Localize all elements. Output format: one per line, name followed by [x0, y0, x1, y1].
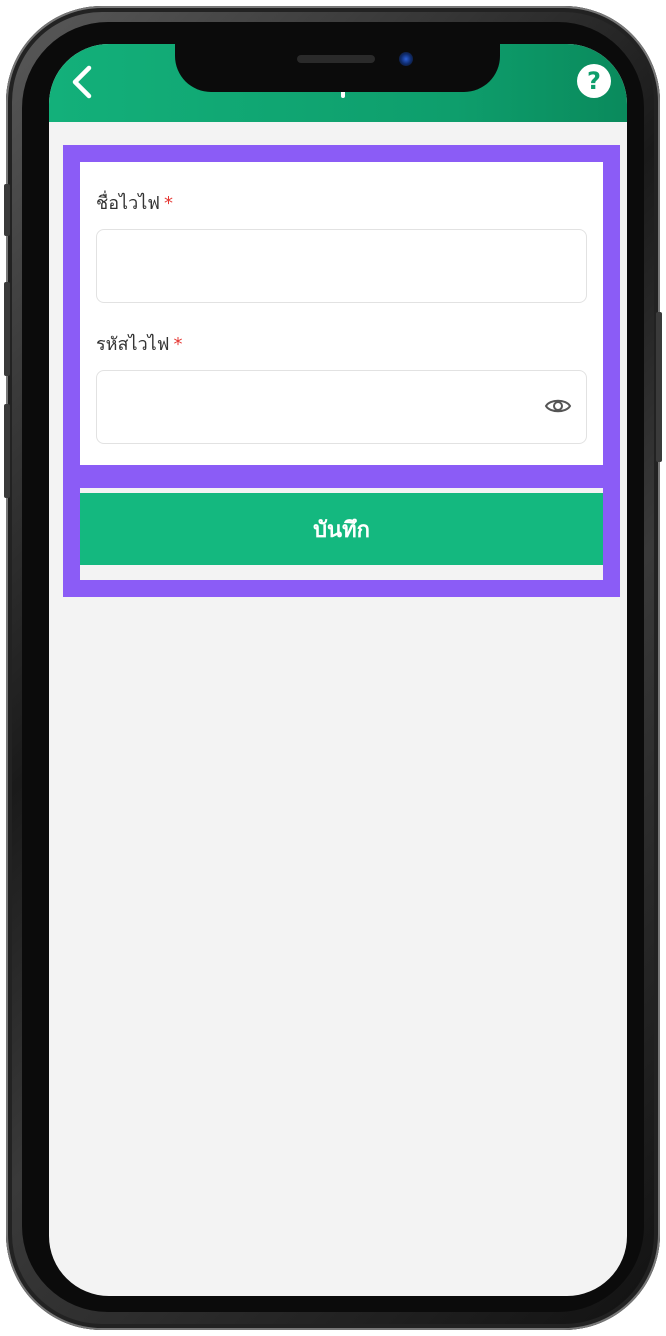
question-mark-icon[interactable]: ?: [577, 64, 611, 98]
wifi-password-label-text: รหัสไวไฟ: [96, 334, 170, 355]
wifi-password-label: รหัสไวไฟ *: [96, 329, 182, 358]
speaker-grille: [297, 55, 375, 63]
chevron-left-icon[interactable]: [65, 62, 99, 102]
required-asterisk: *: [163, 193, 173, 214]
volume-down-button: [4, 404, 10, 498]
wifi-name-label-text: ชื่อไวไฟ: [96, 193, 160, 214]
eye-icon[interactable]: [544, 396, 572, 416]
wifi-form-card: ชื่อไวไฟ * รหัสไวไฟ *: [80, 162, 603, 465]
save-button[interactable]: บันทึก: [80, 493, 603, 565]
wifi-name-label: ชื่อไวไฟ *: [96, 188, 173, 217]
phone-notch: [175, 44, 500, 92]
power-button: [656, 312, 662, 462]
volume-up-button: [4, 282, 10, 376]
wifi-password-input[interactable]: [96, 370, 587, 444]
required-asterisk: *: [173, 334, 183, 355]
wifi-name-input[interactable]: [96, 229, 587, 303]
mute-switch: [4, 184, 10, 236]
front-camera: [399, 52, 413, 66]
